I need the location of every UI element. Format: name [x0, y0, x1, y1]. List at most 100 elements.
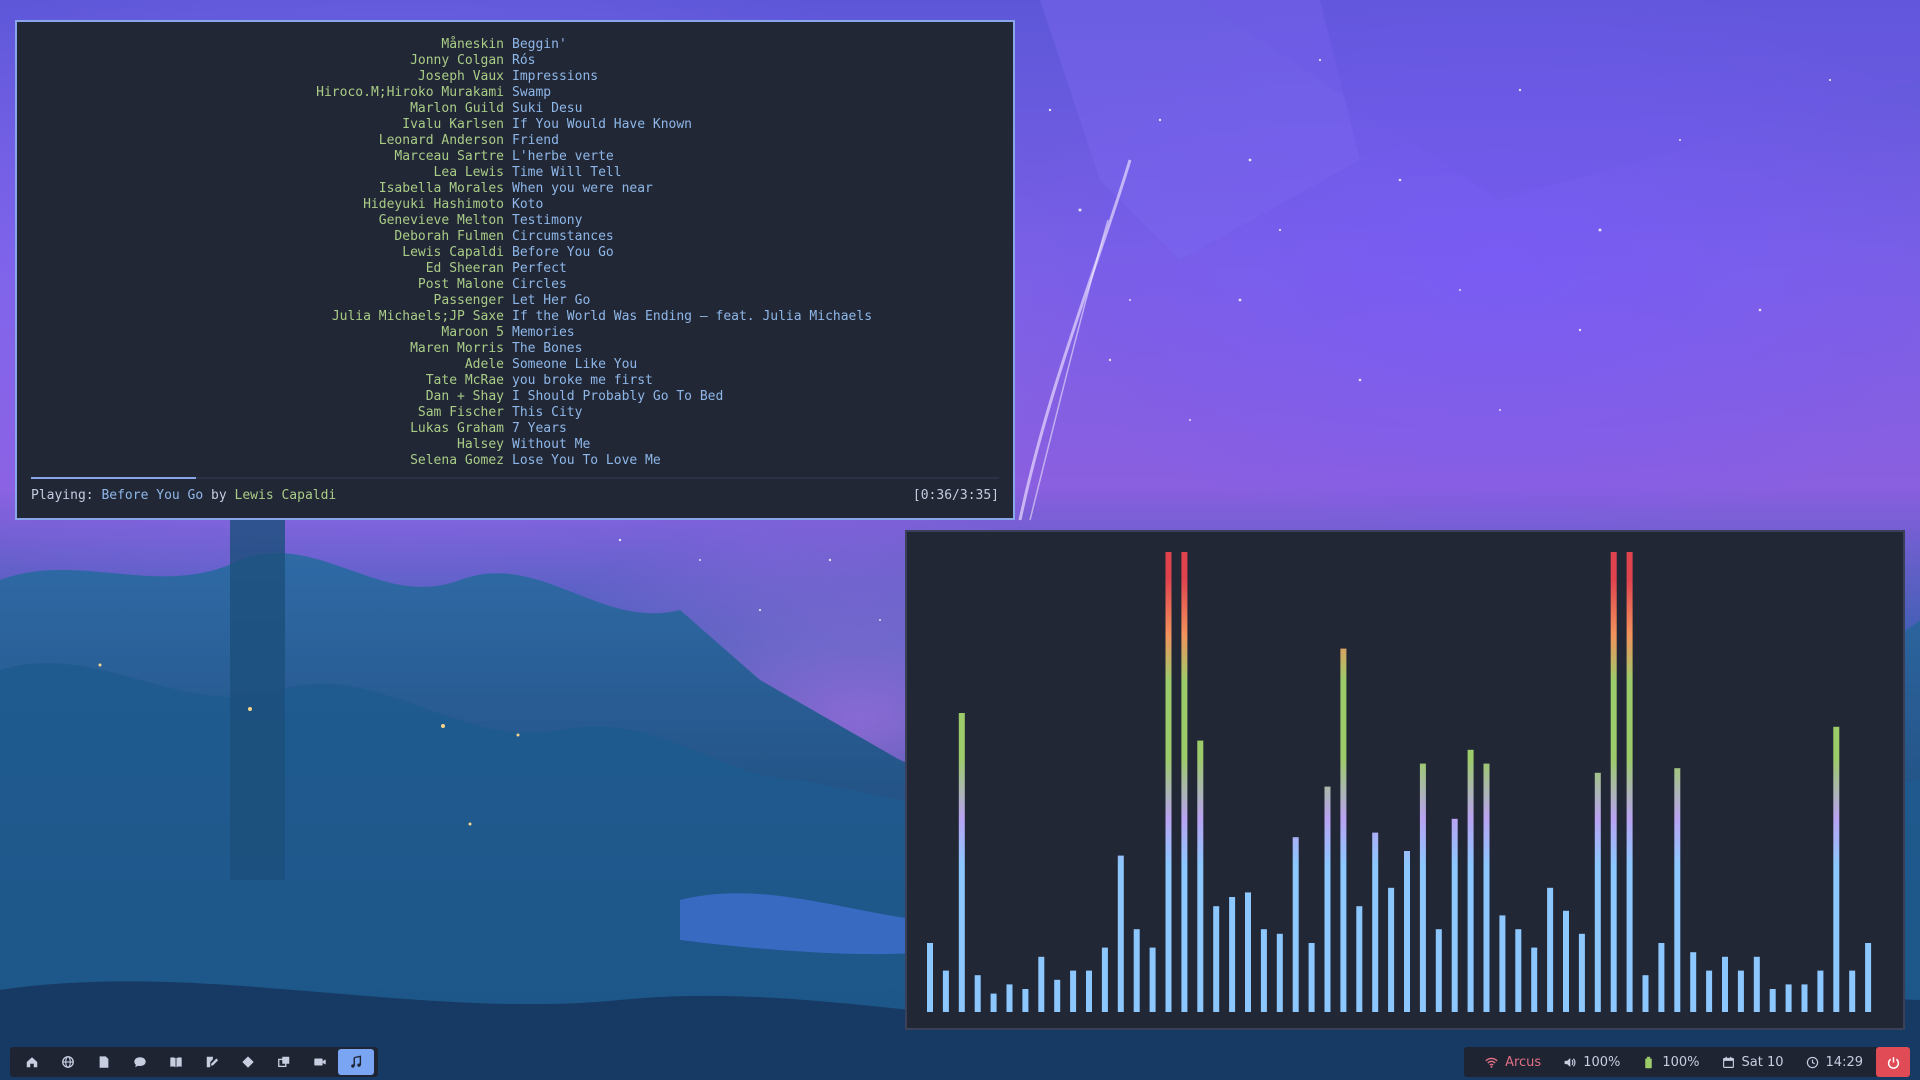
workspace-chat[interactable]	[122, 1049, 158, 1075]
track-gap	[504, 261, 512, 277]
track-row[interactable]: Jonny Colgan Rós	[17, 53, 1013, 69]
track-row[interactable]: Lukas Graham 7 Years	[17, 421, 1013, 437]
power-button[interactable]	[1876, 1047, 1910, 1077]
track-row[interactable]: Hiroco.M;Hiroko Murakami Swamp	[17, 85, 1013, 101]
track-row[interactable]: Sam Fischer This City	[17, 405, 1013, 421]
track-title: Testimony	[512, 213, 583, 228]
volume-module[interactable]: 100%	[1552, 1047, 1631, 1077]
visualizer-bar	[1594, 772, 1601, 1012]
playback-progress-fill	[31, 477, 196, 479]
music-player-window[interactable]: Måneskin Beggin' Jonny Colgan Rós Joseph Vau…	[15, 20, 1015, 520]
workspace-book[interactable]	[158, 1049, 194, 1075]
track-row[interactable]: Deborah Fulmen Circumstances	[17, 229, 1013, 245]
track-gap	[504, 85, 512, 101]
visualizer-bar	[1260, 929, 1267, 1012]
track-title: Suki Desu	[512, 101, 583, 116]
track-title: Time Will Tell	[512, 165, 622, 180]
track-list[interactable]: Måneskin Beggin' Jonny Colgan Rós Joseph Vau…	[17, 37, 1013, 469]
calendar-icon	[1722, 1056, 1734, 1068]
track-row[interactable]: Selena Gomez Lose You To Love Me	[17, 453, 1013, 469]
track-row[interactable]: Maroon 5 Memories	[17, 325, 1013, 341]
track-gap	[504, 437, 512, 453]
visualizer-bar	[1626, 552, 1633, 1012]
visualizer-bar	[1197, 740, 1204, 1012]
track-row[interactable]: Adele Someone Like You	[17, 357, 1013, 373]
visualizer-bar	[1483, 763, 1490, 1012]
track-title: Circumstances	[512, 229, 614, 244]
workspace-globe[interactable]	[50, 1049, 86, 1075]
track-row[interactable]: Isabella Morales When you were near	[17, 181, 1013, 197]
visualizer-bar	[958, 713, 965, 1012]
track-row[interactable]: Hideyuki Hashimoto Koto	[17, 197, 1013, 213]
track-artist: Måneskin	[441, 37, 504, 52]
track-row[interactable]: Marlon Guild Suki Desu	[17, 101, 1013, 117]
workspace-home[interactable]	[14, 1049, 50, 1075]
track-artist: Tate McRae	[425, 373, 504, 388]
workspace-edit[interactable]	[194, 1049, 230, 1075]
git-icon	[242, 1056, 254, 1068]
wifi-module[interactable]: Arcus	[1474, 1047, 1552, 1077]
track-title: Beggin'	[512, 37, 567, 52]
visualizer-bar	[1817, 970, 1824, 1012]
visualizer-bar	[1006, 984, 1013, 1012]
track-artist: Dan + Shay	[425, 389, 504, 404]
visualizer-bar	[1658, 943, 1665, 1012]
track-row[interactable]: Passenger Let Her Go	[17, 293, 1013, 309]
track-row[interactable]: Julia Michaels;JP Saxe If the World Was E…	[17, 309, 1013, 325]
visualizer-bar	[1388, 887, 1395, 1012]
track-title: If the World Was Ending – feat. Julia Mi…	[512, 309, 873, 324]
visualizer-bars	[927, 552, 1872, 1012]
workspace-git[interactable]	[230, 1049, 266, 1075]
track-row[interactable]: Halsey Without Me	[17, 437, 1013, 453]
visualizer-bar	[1833, 726, 1840, 1012]
now-playing-time: [0:36/3:35]	[912, 488, 999, 503]
track-row[interactable]: Joseph Vaux Impressions	[17, 69, 1013, 85]
windows-icon	[278, 1056, 290, 1068]
track-gap	[504, 117, 512, 133]
track-row[interactable]: Lea Lewis Time Will Tell	[17, 165, 1013, 181]
track-row[interactable]: Maren Morris The Bones	[17, 341, 1013, 357]
visualizer-bar	[1467, 749, 1474, 1012]
track-row[interactable]: Tate McRae you broke me first	[17, 373, 1013, 389]
track-title: Memories	[512, 325, 575, 340]
visualizer-bar	[1722, 956, 1728, 1012]
visualizer-bar	[1372, 832, 1379, 1012]
status-bar: Arcus 100% 100% Sat 10 14:29	[1464, 1047, 1910, 1077]
track-gap	[504, 53, 512, 69]
file-icon	[99, 1056, 109, 1068]
book-icon	[170, 1057, 182, 1068]
track-artist: Post Malone	[417, 277, 504, 292]
clock-module[interactable]: 14:29	[1795, 1047, 1874, 1077]
track-row[interactable]: Måneskin Beggin'	[17, 37, 1013, 53]
visualizer-bar	[1563, 910, 1569, 1012]
visualizer-bar	[1865, 943, 1872, 1012]
track-title: Without Me	[512, 437, 591, 452]
track-row[interactable]: Dan + Shay I Should Probably Go To Bed	[17, 389, 1013, 405]
track-row[interactable]: Ed Sheeran Perfect	[17, 261, 1013, 277]
track-row[interactable]: Ivalu Karlsen If You Would Have Known	[17, 117, 1013, 133]
track-row[interactable]: Post Malone Circles	[17, 277, 1013, 293]
visualizer-bar	[1499, 915, 1506, 1012]
visualizer-bar	[927, 943, 933, 1012]
track-gap	[504, 197, 512, 213]
workspace-file[interactable]	[86, 1049, 122, 1075]
audio-visualizer-window[interactable]	[905, 530, 1905, 1030]
track-title: Let Her Go	[512, 293, 591, 308]
track-row[interactable]: Genevieve Melton Testimony	[17, 213, 1013, 229]
track-title: 7 Years	[512, 421, 567, 436]
track-artist: Lea Lewis	[433, 165, 504, 180]
visualizer-bar	[1149, 947, 1156, 1012]
visualizer-bar	[1578, 933, 1585, 1012]
track-artist: Deborah Fulmen	[394, 229, 504, 244]
workspace-music[interactable]	[338, 1049, 374, 1075]
track-row[interactable]: Marceau Sartre L'herbe verte	[17, 149, 1013, 165]
visualizer-bar	[1229, 897, 1236, 1012]
playback-progress[interactable]	[31, 477, 999, 479]
volume-icon	[1564, 1057, 1576, 1067]
workspace-windows[interactable]	[266, 1049, 302, 1075]
track-row[interactable]: Lewis Capaldi Before You Go	[17, 245, 1013, 261]
workspace-video[interactable]	[302, 1049, 338, 1075]
date-module[interactable]: Sat 10	[1711, 1047, 1795, 1077]
track-artist: Hideyuki Hashimoto	[363, 197, 504, 212]
track-row[interactable]: Leonard Anderson Friend	[17, 133, 1013, 149]
